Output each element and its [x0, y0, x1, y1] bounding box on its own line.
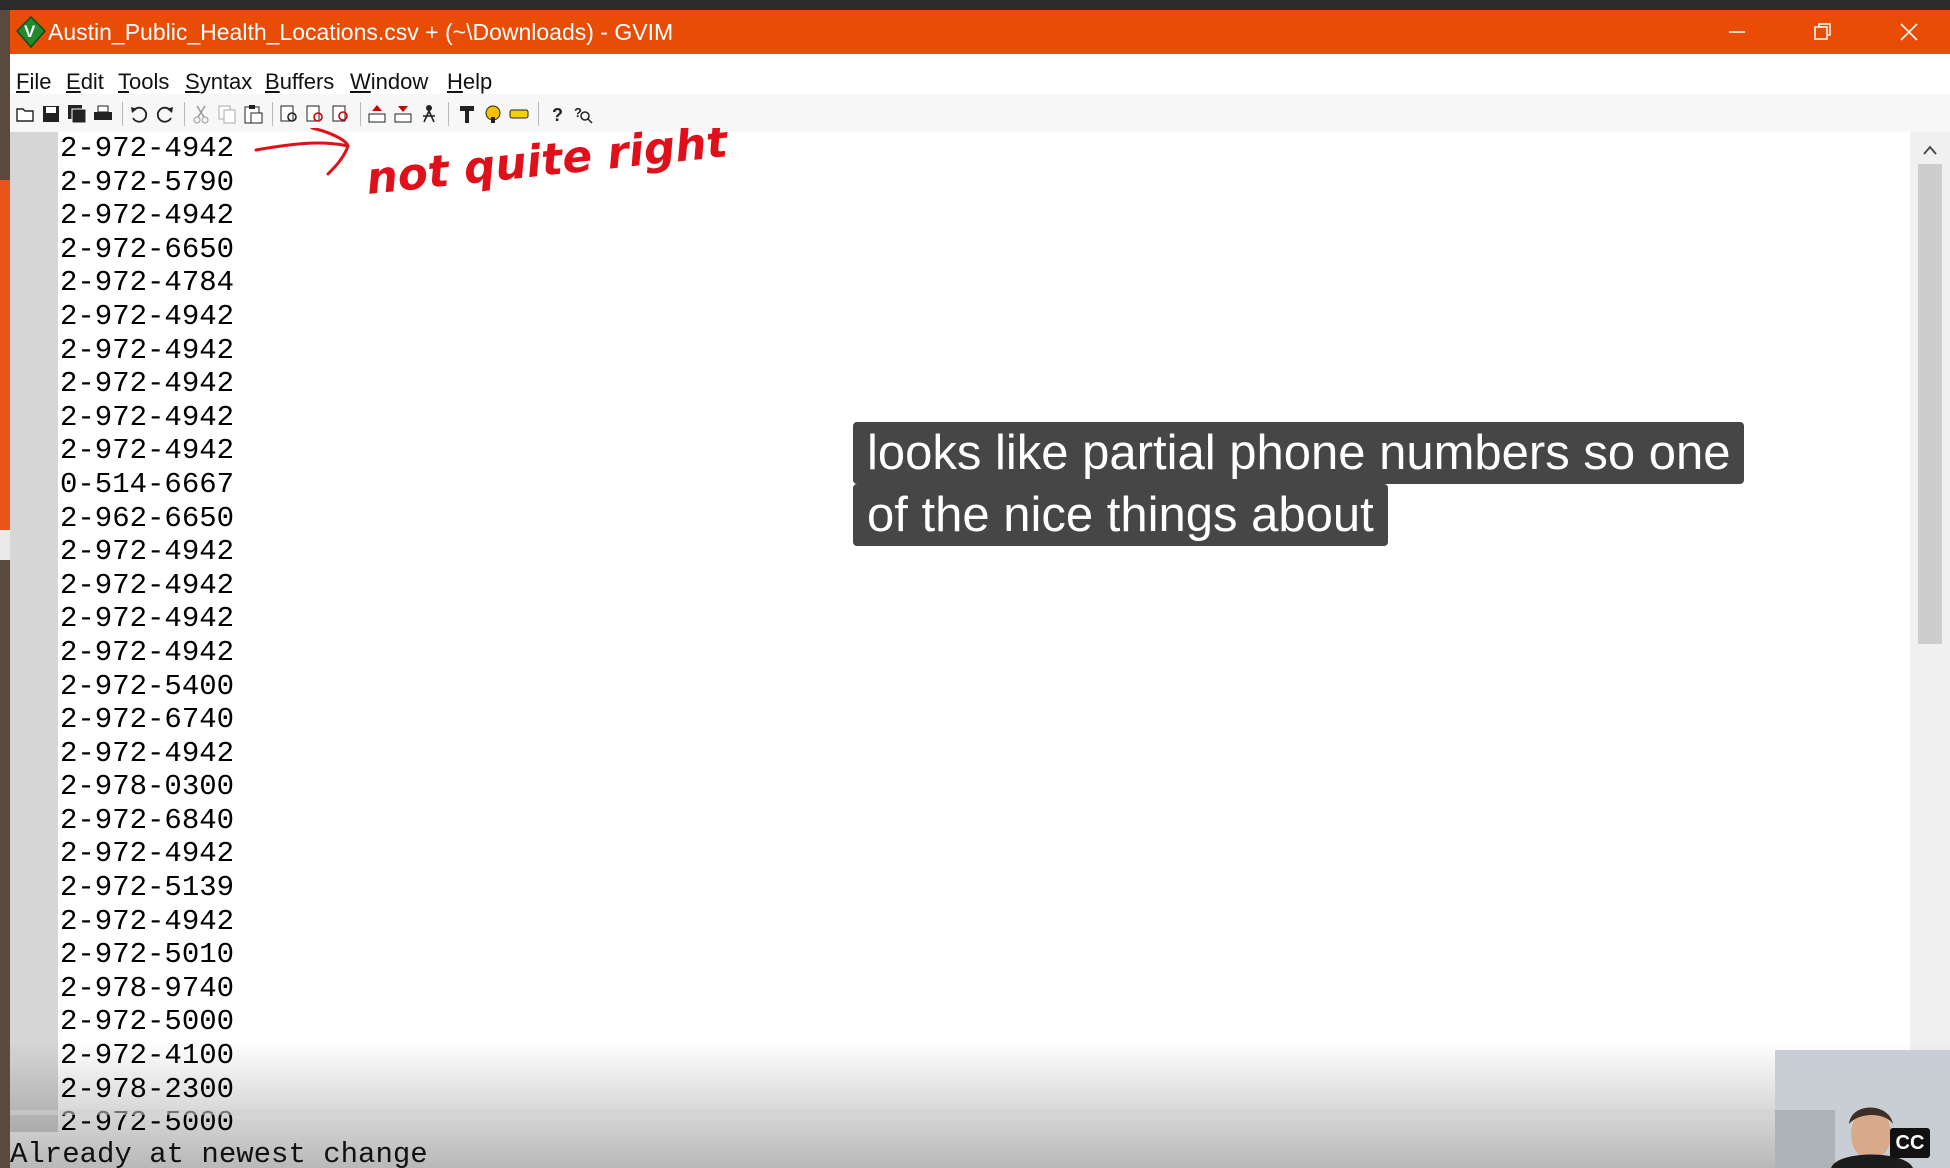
toolbar-separator: [122, 102, 123, 126]
find-next-icon[interactable]: [304, 103, 326, 125]
menu-tools[interactable]: Tools: [118, 69, 169, 95]
restore-icon: [1814, 23, 1831, 40]
make-icon[interactable]: [456, 103, 478, 125]
buffer-line[interactable]: 2-972-4942: [60, 636, 234, 670]
svg-text:?: ?: [552, 105, 563, 125]
buffer-line[interactable]: 2-978-0300: [60, 770, 234, 804]
find-help-icon[interactable]: ?: [572, 103, 594, 125]
toolbar-separator: [448, 102, 449, 126]
toolbar-separator: [538, 102, 539, 126]
copy-icon[interactable]: [216, 103, 238, 125]
text-editor[interactable]: 2-972-4942 2-972-5790 2-972-4942 2-972-6…: [10, 132, 1910, 1139]
buffer-line[interactable]: 2-972-4942: [60, 905, 234, 939]
run-script-icon[interactable]: [418, 103, 440, 125]
buffer-line[interactable]: 2-972-5790: [60, 166, 234, 200]
buffer-line[interactable]: 2-972-5400: [60, 670, 234, 704]
tag-jump-icon[interactable]: [508, 103, 530, 125]
close-button[interactable]: [1866, 10, 1950, 54]
find-prev-icon[interactable]: [330, 103, 352, 125]
scrollbar-thumb[interactable]: [1918, 164, 1942, 644]
load-session-icon[interactable]: [366, 103, 388, 125]
svg-text:V: V: [24, 22, 36, 41]
print-icon[interactable]: [92, 103, 114, 125]
buffer-line[interactable]: 2-972-5000: [60, 1005, 234, 1039]
top-edge: [0, 0, 1950, 10]
buffer-lines[interactable]: 2-972-4942 2-972-5790 2-972-4942 2-972-6…: [60, 132, 234, 1140]
buffer-line[interactable]: 2-972-4942: [60, 199, 234, 233]
help-icon[interactable]: ?: [546, 103, 568, 125]
buffer-line[interactable]: 0-514-6667: [60, 468, 234, 502]
buffer-line[interactable]: 2-972-6740: [60, 703, 234, 737]
buffer-line[interactable]: 2-972-4942: [60, 334, 234, 368]
video-caption: looks like partial phone numbers so one …: [853, 422, 1745, 546]
buffer-line[interactable]: 2-972-4942: [60, 602, 234, 636]
buffer-line[interactable]: 2-978-9740: [60, 972, 234, 1006]
replace-icon[interactable]: [278, 103, 300, 125]
buffer-line[interactable]: 2-972-4942: [60, 837, 234, 871]
editor-gutter: [10, 132, 58, 1132]
annotation-arrow-head: [310, 128, 350, 176]
buffer-line[interactable]: 2-972-4942: [60, 737, 234, 771]
menu-bar: File Edit Tools Syntax Buffers Window He…: [10, 54, 1950, 94]
gvim-window: V Austin_Public_Health_Locations.csv + (…: [10, 10, 1950, 1168]
save-session-icon[interactable]: [392, 103, 414, 125]
scroll-up-arrow-icon[interactable]: [1923, 142, 1937, 160]
buffer-line[interactable]: 2-972-4942: [60, 535, 234, 569]
menu-buffers[interactable]: Buffers: [265, 69, 334, 95]
open-icon[interactable]: [14, 103, 36, 125]
command-line-message: Already at newest change: [10, 1138, 428, 1168]
restore-button[interactable]: [1780, 10, 1866, 54]
toolbar-separator: [272, 102, 273, 126]
menu-help[interactable]: Help: [447, 69, 492, 95]
minimize-icon: [1729, 31, 1745, 33]
caption-line-1: looks like partial phone numbers so one: [853, 422, 1745, 484]
buffer-line[interactable]: 2-972-4942: [60, 434, 234, 468]
buffer-line[interactable]: 2-972-4942: [60, 367, 234, 401]
buffer-line[interactable]: 2-972-6840: [60, 804, 234, 838]
buffer-line[interactable]: 2-972-4942: [60, 569, 234, 603]
buffer-line[interactable]: 2-972-4942: [60, 300, 234, 334]
video-progress-bar[interactable]: [10, 1110, 1950, 1115]
toolbar-separator: [360, 102, 361, 126]
buffer-line[interactable]: 2-972-6650: [60, 233, 234, 267]
annotation-text: not quite right: [364, 128, 730, 205]
vertical-scrollbar[interactable]: [1910, 132, 1950, 1132]
save-all-icon[interactable]: [66, 103, 88, 125]
annotation-arrow-shaft: [254, 141, 350, 152]
close-icon: [1900, 23, 1918, 41]
background-window-edge: [0, 10, 10, 1168]
paste-icon[interactable]: [242, 103, 264, 125]
run-ctags-icon[interactable]: [482, 103, 504, 125]
title-bar[interactable]: V Austin_Public_Health_Locations.csv + (…: [10, 10, 1950, 54]
window-title: Austin_Public_Health_Locations.csv + (~\…: [48, 19, 674, 45]
caption-line-2: of the nice things about: [853, 484, 1388, 546]
buffer-line[interactable]: 2-962-6650: [60, 502, 234, 536]
menu-window[interactable]: Window: [350, 69, 428, 95]
vim-logo-icon: V: [15, 15, 47, 49]
buffer-line[interactable]: 2-972-5010: [60, 938, 234, 972]
save-icon[interactable]: [40, 103, 62, 125]
buffer-line[interactable]: 2-972-5139: [60, 871, 234, 905]
menu-file[interactable]: File: [16, 69, 51, 95]
handwritten-annotation: not quite right: [254, 128, 730, 205]
cut-icon[interactable]: [190, 103, 212, 125]
buffer-line[interactable]: 2-972-4784: [60, 266, 234, 300]
minimize-button[interactable]: [1694, 10, 1780, 54]
buffer-line[interactable]: 2-972-4942: [60, 132, 234, 166]
closed-captions-button[interactable]: CC: [1890, 1128, 1930, 1158]
buffer-line[interactable]: 2-972-4942: [60, 401, 234, 435]
menu-syntax[interactable]: Syntax: [185, 69, 252, 95]
undo-icon[interactable]: [128, 103, 150, 125]
redo-icon[interactable]: [154, 103, 176, 125]
menu-edit[interactable]: Edit: [66, 69, 104, 95]
toolbar-separator: [184, 102, 185, 126]
